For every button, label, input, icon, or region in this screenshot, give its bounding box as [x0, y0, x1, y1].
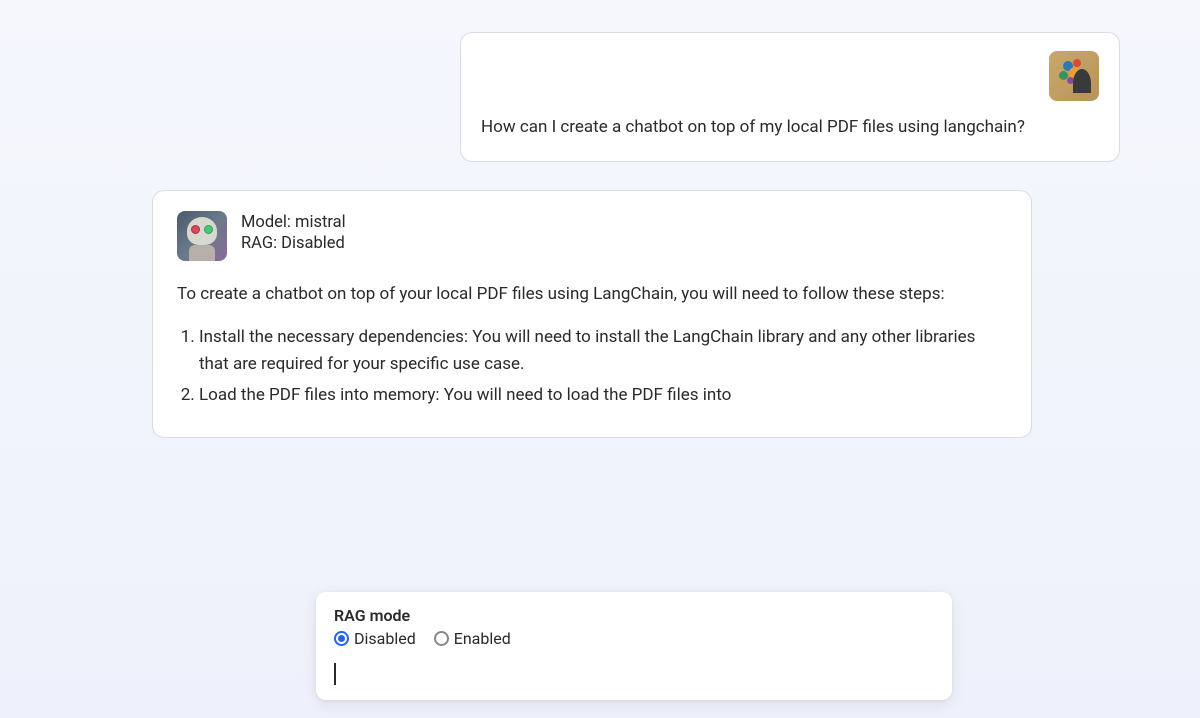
assistant-steps-list: Install the necessary dependencies: You …: [177, 324, 1007, 410]
assistant-intro-text: To create a chatbot on top of your local…: [177, 281, 1007, 308]
radio-unselected-icon: [434, 631, 449, 646]
user-message-text: How can I create a chatbot on top of my …: [481, 115, 1099, 141]
user-avatar-icon: [1049, 51, 1099, 101]
rag-disabled-radio[interactable]: Disabled: [334, 629, 416, 648]
assistant-meta: Model: mistral RAG: Disabled: [241, 211, 346, 253]
radio-label: Disabled: [354, 629, 416, 648]
rag-status-label: RAG: Disabled: [241, 234, 346, 253]
model-label: Model: mistral: [241, 213, 346, 232]
user-avatar-row: [481, 51, 1099, 101]
rag-enabled-radio[interactable]: Enabled: [434, 629, 511, 648]
assistant-message: Model: mistral RAG: Disabled To create a…: [152, 190, 1032, 439]
message-input[interactable]: [334, 660, 934, 688]
input-panel: RAG mode Disabled Enabled: [316, 592, 952, 700]
user-message: How can I create a chatbot on top of my …: [460, 32, 1120, 162]
assistant-header: Model: mistral RAG: Disabled: [177, 211, 1007, 261]
assistant-avatar-icon: [177, 211, 227, 261]
assistant-body: To create a chatbot on top of your local…: [177, 281, 1007, 410]
message-input-field[interactable]: [336, 660, 935, 688]
rag-mode-label: RAG mode: [334, 606, 934, 625]
radio-label: Enabled: [454, 629, 511, 648]
rag-mode-radio-group: Disabled Enabled: [334, 629, 934, 648]
list-item: Install the necessary dependencies: You …: [199, 324, 1007, 378]
radio-selected-icon: [334, 631, 349, 646]
list-item: Load the PDF files into memory: You will…: [199, 382, 1007, 409]
chat-container: How can I create a chatbot on top of my …: [0, 0, 1200, 458]
